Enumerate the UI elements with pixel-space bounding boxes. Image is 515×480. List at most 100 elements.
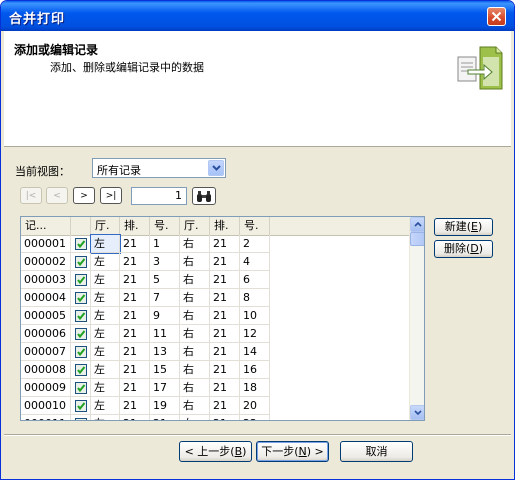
column-header[interactable] xyxy=(71,217,91,235)
table-cell[interactable]: 7 xyxy=(150,289,180,307)
row-include-checkbox[interactable] xyxy=(75,418,87,420)
table-cell[interactable]: 19 xyxy=(150,397,180,415)
table-cell[interactable]: 左 xyxy=(91,289,120,307)
table-cell[interactable]: 右 xyxy=(180,325,210,343)
scroll-up-button[interactable] xyxy=(410,217,424,232)
table-cell[interactable]: 21 xyxy=(120,325,150,343)
table-cell[interactable]: 21 xyxy=(210,289,240,307)
table-cell[interactable]: 16 xyxy=(240,361,270,379)
cancel-button[interactable]: 取消 xyxy=(340,441,413,462)
record-number-input[interactable]: 1 xyxy=(131,187,187,205)
table-cell[interactable]: 20 xyxy=(240,397,270,415)
table-cell[interactable]: 000008 xyxy=(21,361,71,379)
table-cell[interactable]: 左 xyxy=(91,325,120,343)
table-cell[interactable]: 21 xyxy=(120,307,150,325)
table-cell[interactable]: 11 xyxy=(150,325,180,343)
table-cell[interactable]: 000007 xyxy=(21,343,71,361)
vertical-scrollbar[interactable] xyxy=(409,217,424,420)
table-cell[interactable]: 21 xyxy=(120,235,150,253)
table-cell[interactable]: 右 xyxy=(180,289,210,307)
table-cell[interactable]: 左 xyxy=(91,361,120,379)
back-button[interactable]: < 上一步(B) xyxy=(179,441,252,462)
table-row[interactable]: 000008 左 21 15 右 21 16 xyxy=(21,361,409,379)
row-include-checkbox[interactable] xyxy=(75,382,87,394)
table-cell[interactable]: 8 xyxy=(240,289,270,307)
table-cell[interactable]: 21 xyxy=(210,415,240,420)
table-cell[interactable]: 22 xyxy=(240,415,270,420)
row-include-checkbox-cell[interactable] xyxy=(71,361,91,379)
dropdown-button[interactable] xyxy=(208,160,224,176)
last-record-button[interactable]: >| xyxy=(100,187,122,204)
first-record-button[interactable]: |< xyxy=(20,187,42,204)
next-button[interactable]: 下一步(N) > xyxy=(256,441,329,462)
table-cell[interactable]: 15 xyxy=(150,361,180,379)
new-record-button[interactable]: 新建(E) xyxy=(434,218,493,236)
table-cell[interactable]: 000001 xyxy=(21,235,71,253)
column-header[interactable]: 排. xyxy=(120,217,150,235)
table-cell[interactable]: 000005 xyxy=(21,307,71,325)
table-cell[interactable]: 10 xyxy=(240,307,270,325)
table-cell[interactable]: 13 xyxy=(150,343,180,361)
column-header[interactable]: 厅. xyxy=(91,217,120,235)
row-include-checkbox[interactable] xyxy=(75,364,87,376)
view-select[interactable]: 所有记录 xyxy=(92,158,226,178)
table-cell[interactable]: 21 xyxy=(210,271,240,289)
row-include-checkbox-cell[interactable] xyxy=(71,325,91,343)
records-grid[interactable]: 记... 厅. 排. 号. 厅. 排. 号. 000001 左 21 1 右 21 2 000… xyxy=(20,216,425,421)
table-cell[interactable]: 左 xyxy=(90,234,121,254)
table-cell[interactable]: 21 xyxy=(210,307,240,325)
table-row[interactable]: 000003 左 21 5 右 21 6 xyxy=(21,271,409,289)
row-include-checkbox[interactable] xyxy=(75,292,87,304)
close-button[interactable] xyxy=(487,7,506,26)
table-cell[interactable]: 3 xyxy=(150,253,180,271)
table-cell[interactable]: 14 xyxy=(240,343,270,361)
table-cell[interactable]: 21 xyxy=(120,271,150,289)
table-row[interactable]: 000006 左 21 11 右 21 12 xyxy=(21,325,409,343)
table-cell[interactable]: 000003 xyxy=(21,271,71,289)
row-include-checkbox[interactable] xyxy=(75,346,87,358)
table-cell[interactable]: 000002 xyxy=(21,253,71,271)
table-cell[interactable]: 左 xyxy=(91,271,120,289)
table-cell[interactable]: 21 xyxy=(210,361,240,379)
column-header[interactable]: 厅. xyxy=(180,217,210,235)
find-button[interactable] xyxy=(192,187,216,205)
table-cell[interactable]: 右 xyxy=(180,361,210,379)
table-row[interactable]: 000009 左 21 17 右 21 18 xyxy=(21,379,409,397)
table-cell[interactable]: 9 xyxy=(150,307,180,325)
table-cell[interactable]: 21 xyxy=(120,415,150,420)
table-cell[interactable]: 21 xyxy=(210,235,240,253)
column-header[interactable]: 排. xyxy=(210,217,240,235)
row-include-checkbox-cell[interactable] xyxy=(71,253,91,271)
table-cell[interactable]: 5 xyxy=(150,271,180,289)
table-cell[interactable]: 右 xyxy=(180,379,210,397)
table-cell[interactable]: 21 xyxy=(210,397,240,415)
table-cell[interactable]: 右 xyxy=(180,235,210,253)
table-cell[interactable]: 21 xyxy=(120,361,150,379)
prev-record-button[interactable]: < xyxy=(46,187,68,204)
table-cell[interactable]: 000004 xyxy=(21,289,71,307)
table-row[interactable]: 000010 左 21 19 右 21 20 xyxy=(21,397,409,415)
table-cell[interactable]: 21 xyxy=(120,253,150,271)
delete-record-button[interactable]: 删除(D) xyxy=(434,240,493,258)
table-row[interactable]: 000002 左 21 3 右 21 4 xyxy=(21,253,409,271)
table-cell[interactable]: 左 xyxy=(91,397,120,415)
scroll-thumb[interactable] xyxy=(410,232,424,246)
row-include-checkbox-cell[interactable] xyxy=(71,397,91,415)
table-cell[interactable]: 2 xyxy=(240,235,270,253)
row-include-checkbox-cell[interactable] xyxy=(71,379,91,397)
table-cell[interactable]: 右 xyxy=(180,415,210,420)
table-row[interactable]: 000005 左 21 9 右 21 10 xyxy=(21,307,409,325)
table-cell[interactable]: 21 xyxy=(120,379,150,397)
row-include-checkbox-cell[interactable] xyxy=(71,307,91,325)
next-record-button[interactable]: > xyxy=(73,187,95,204)
row-include-checkbox-cell[interactable] xyxy=(71,235,91,253)
table-cell[interactable]: 左 xyxy=(91,415,120,420)
table-cell[interactable]: 左 xyxy=(91,343,120,361)
table-cell[interactable]: 21 xyxy=(150,415,180,420)
row-include-checkbox-cell[interactable] xyxy=(71,289,91,307)
row-include-checkbox[interactable] xyxy=(75,400,87,412)
row-include-checkbox[interactable] xyxy=(75,256,87,268)
table-cell[interactable]: 000009 xyxy=(21,379,71,397)
table-cell[interactable]: 6 xyxy=(240,271,270,289)
table-cell[interactable]: 18 xyxy=(240,379,270,397)
